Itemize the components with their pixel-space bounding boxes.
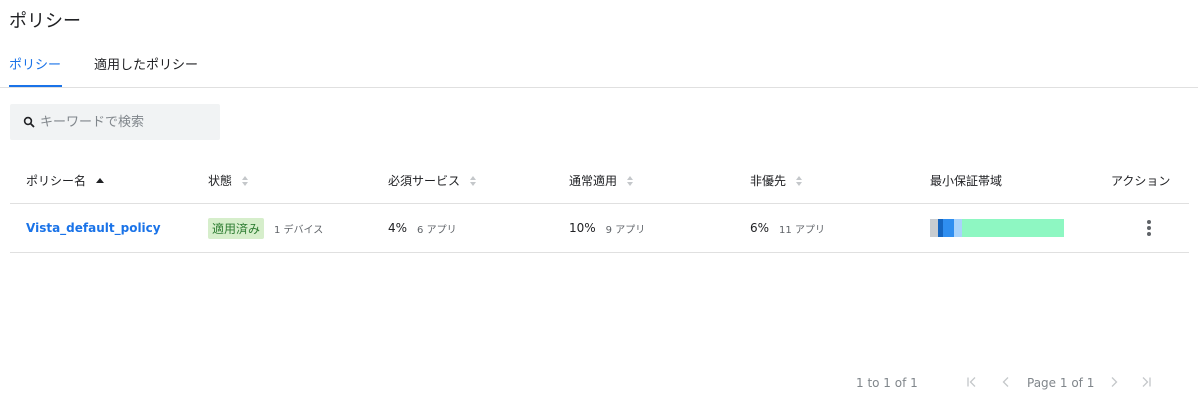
sort-ascending-icon <box>96 178 105 183</box>
column-header-min-bandwidth: 最小保証帯域 <box>930 172 1002 189</box>
column-label: 非優先 <box>750 174 787 188</box>
tab-policies[interactable]: ポリシー <box>9 54 61 73</box>
column-label: アクション <box>1111 174 1171 188</box>
policy-name-link[interactable]: Vista_default_policy <box>26 221 161 235</box>
status-badge: 適用済み <box>208 217 265 239</box>
low-priority-percent: 6% <box>750 221 770 235</box>
table-row: Vista_default_policy 適用済み 1 デバイス 4% 6 アプ… <box>10 204 1189 253</box>
first-page-icon[interactable] <box>962 372 982 392</box>
bandwidth-segment <box>943 219 955 237</box>
normal-app-count: 9 アプリ <box>605 224 646 236</box>
column-header-status[interactable]: 状態 <box>208 172 249 189</box>
sort-icon <box>627 175 634 186</box>
more-actions-icon[interactable] <box>1140 218 1158 238</box>
bandwidth-segment <box>930 219 939 237</box>
active-tab-indicator <box>9 85 62 87</box>
table-header: ポリシー名 状態 必須サービス 通常適用 非優先 最小保証帯域 アクション <box>10 156 1189 204</box>
column-label: ポリシー名 <box>26 174 87 188</box>
required-percent: 4% <box>388 221 408 235</box>
low-priority-app-count: 11 アプリ <box>779 224 825 236</box>
bandwidth-segment <box>962 219 1064 237</box>
tab-applied-policies[interactable]: 適用したポリシー <box>94 54 198 73</box>
sort-icon <box>470 175 477 186</box>
previous-page-icon[interactable] <box>996 372 1016 392</box>
column-label: 状態 <box>208 174 233 188</box>
page-indicator: Page 1 of 1 <box>1027 376 1095 390</box>
search-icon <box>23 116 35 128</box>
column-label: 必須サービス <box>388 174 461 188</box>
sort-icon <box>796 175 803 186</box>
next-page-icon[interactable] <box>1104 372 1124 392</box>
tab-bar: ポリシー 適用したポリシー <box>0 40 1198 88</box>
normal-percent: 10% <box>569 221 596 235</box>
last-page-icon[interactable] <box>1136 372 1156 392</box>
required-app-count: 6 アプリ <box>417 224 457 236</box>
column-header-actions: アクション <box>1111 172 1170 189</box>
sort-icon <box>242 175 249 186</box>
search-box <box>10 104 220 140</box>
column-label: 通常適用 <box>569 174 618 188</box>
column-header-required-services[interactable]: 必須サービス <box>388 172 477 189</box>
pagination-range: 1 to 1 of 1 <box>856 376 918 390</box>
page-title: ポリシー <box>9 11 81 32</box>
search-input[interactable] <box>40 104 216 140</box>
column-header-policy-name[interactable]: ポリシー名 <box>26 172 105 189</box>
bandwidth-bar <box>930 219 1064 237</box>
column-header-normal[interactable]: 通常適用 <box>569 172 634 189</box>
device-count: 1 デバイス <box>274 224 324 236</box>
column-label: 最小保証帯域 <box>930 174 1003 188</box>
column-header-low-priority[interactable]: 非優先 <box>750 172 803 189</box>
bandwidth-segment <box>954 219 963 237</box>
